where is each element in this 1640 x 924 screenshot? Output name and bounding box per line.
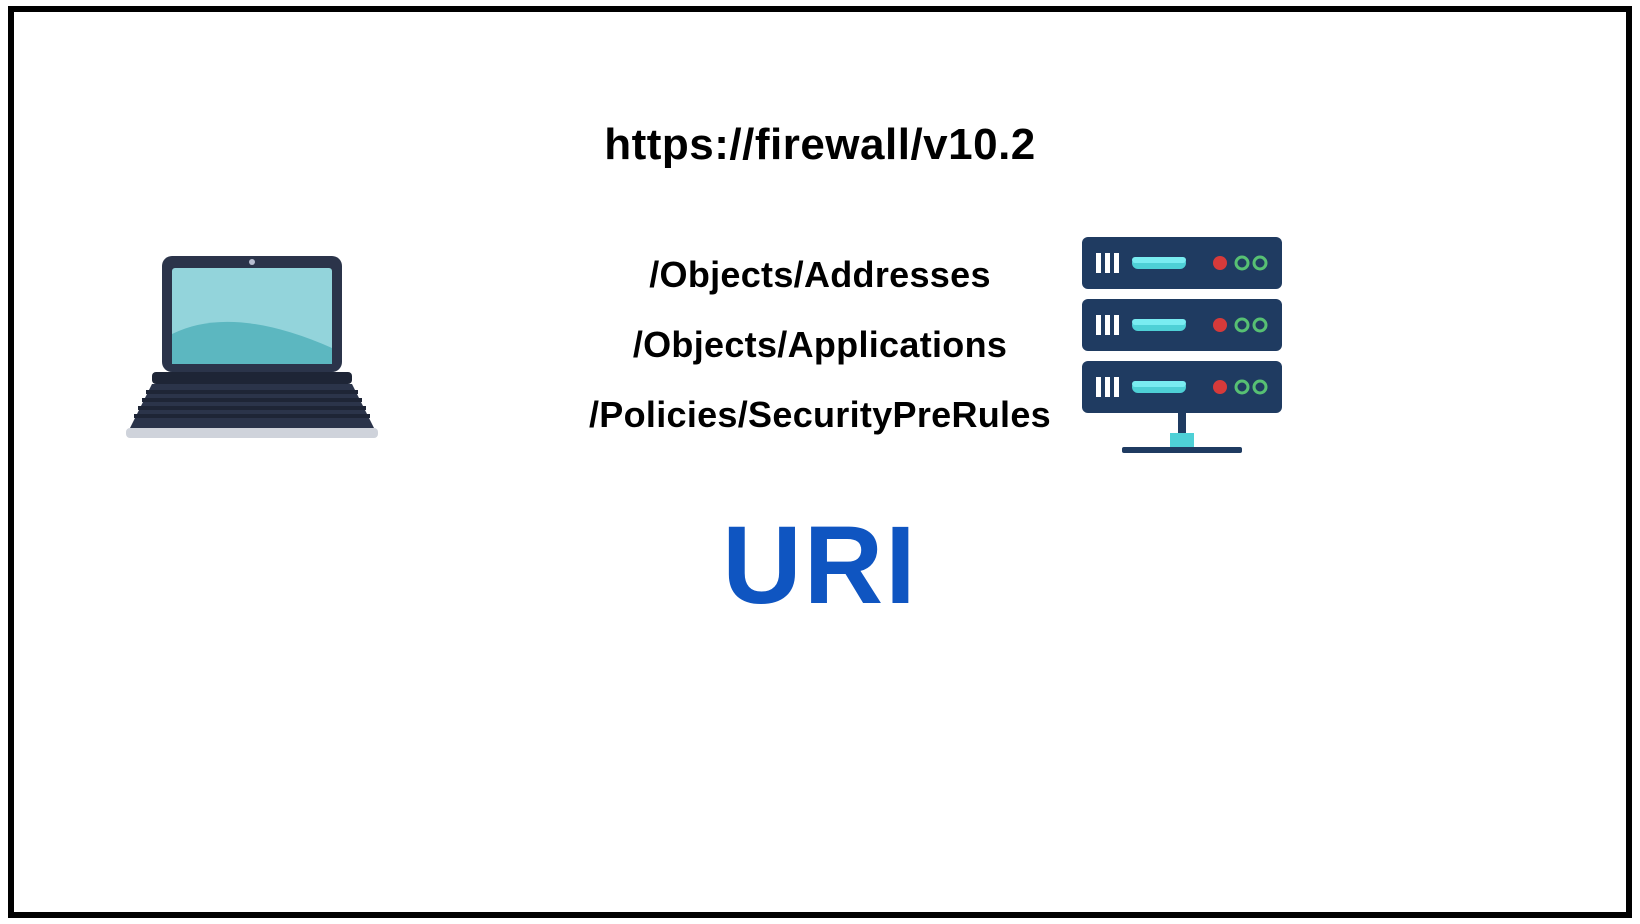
base-url: https://firewall/v10.2	[14, 120, 1626, 170]
laptop-icon	[122, 252, 382, 447]
slide-frame: https://firewall/v10.2 /Objects/Addresse…	[8, 6, 1632, 918]
uri-heading: URI	[14, 502, 1626, 629]
server-icon	[1082, 237, 1282, 472]
slide-content: https://firewall/v10.2 /Objects/Addresse…	[14, 12, 1626, 912]
